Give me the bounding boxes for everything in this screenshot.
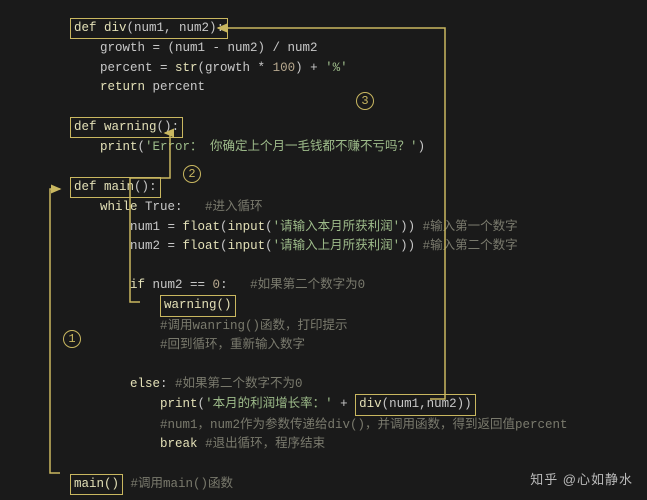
code-line: warning(): [40, 295, 637, 316]
code-line: def main():: [40, 177, 637, 198]
annotation-2: 2: [183, 165, 201, 183]
code-line: num2 = float(input('请输入上月所获利润')) #输入第二个数…: [40, 237, 637, 256]
code-line: [40, 98, 637, 117]
annotation-3: 3: [356, 92, 374, 110]
code-line: else: #如果第二个数字不为0: [40, 375, 637, 394]
highlighted-box: warning(): [160, 295, 236, 316]
watermark: 知乎 @心如静水: [530, 470, 633, 490]
code-line: def div(num1, num2):: [40, 18, 637, 39]
highlighted-box: def warning():: [70, 117, 183, 138]
code-line: #num1，num2作为参数传递给div()，并调用函数，得到返回值percen…: [40, 416, 637, 435]
code-line: growth = (num1 - num2) / num2: [40, 39, 637, 58]
code-line: if num2 == 0: #如果第二个数字为0: [40, 276, 637, 295]
code-line: [40, 158, 637, 177]
highlighted-box: def div(num1, num2):: [70, 18, 228, 39]
code-line: [40, 355, 637, 374]
annotation-1: 1: [63, 330, 81, 348]
code-line: print('Error： 你确定上个月一毛钱都不赚不亏吗？'): [40, 138, 637, 157]
code-block: def div(num1, num2): growth = (num1 - nu…: [40, 18, 637, 495]
code-line: print('本月的利润增长率：' + div(num1,num2)): [40, 394, 637, 415]
code-line: percent = str(growth * 100) + '%': [40, 59, 637, 78]
highlighted-box: def main():: [70, 177, 161, 198]
code-line: return percent: [40, 78, 637, 97]
code-line: [40, 257, 637, 276]
code-line: #回到循环，重新输入数字: [40, 336, 637, 355]
highlighted-box: main(): [70, 474, 123, 495]
code-line: def warning():: [40, 117, 637, 138]
code-line: while True: #进入循环: [40, 198, 637, 217]
code-line: num1 = float(input('请输入本月所获利润')) #输入第一个数…: [40, 218, 637, 237]
code-line: break #退出循环，程序结束: [40, 435, 637, 454]
highlighted-box: div(num1,num2)): [355, 394, 476, 415]
code-line: #调用wanring()函数，打印提示: [40, 317, 637, 336]
